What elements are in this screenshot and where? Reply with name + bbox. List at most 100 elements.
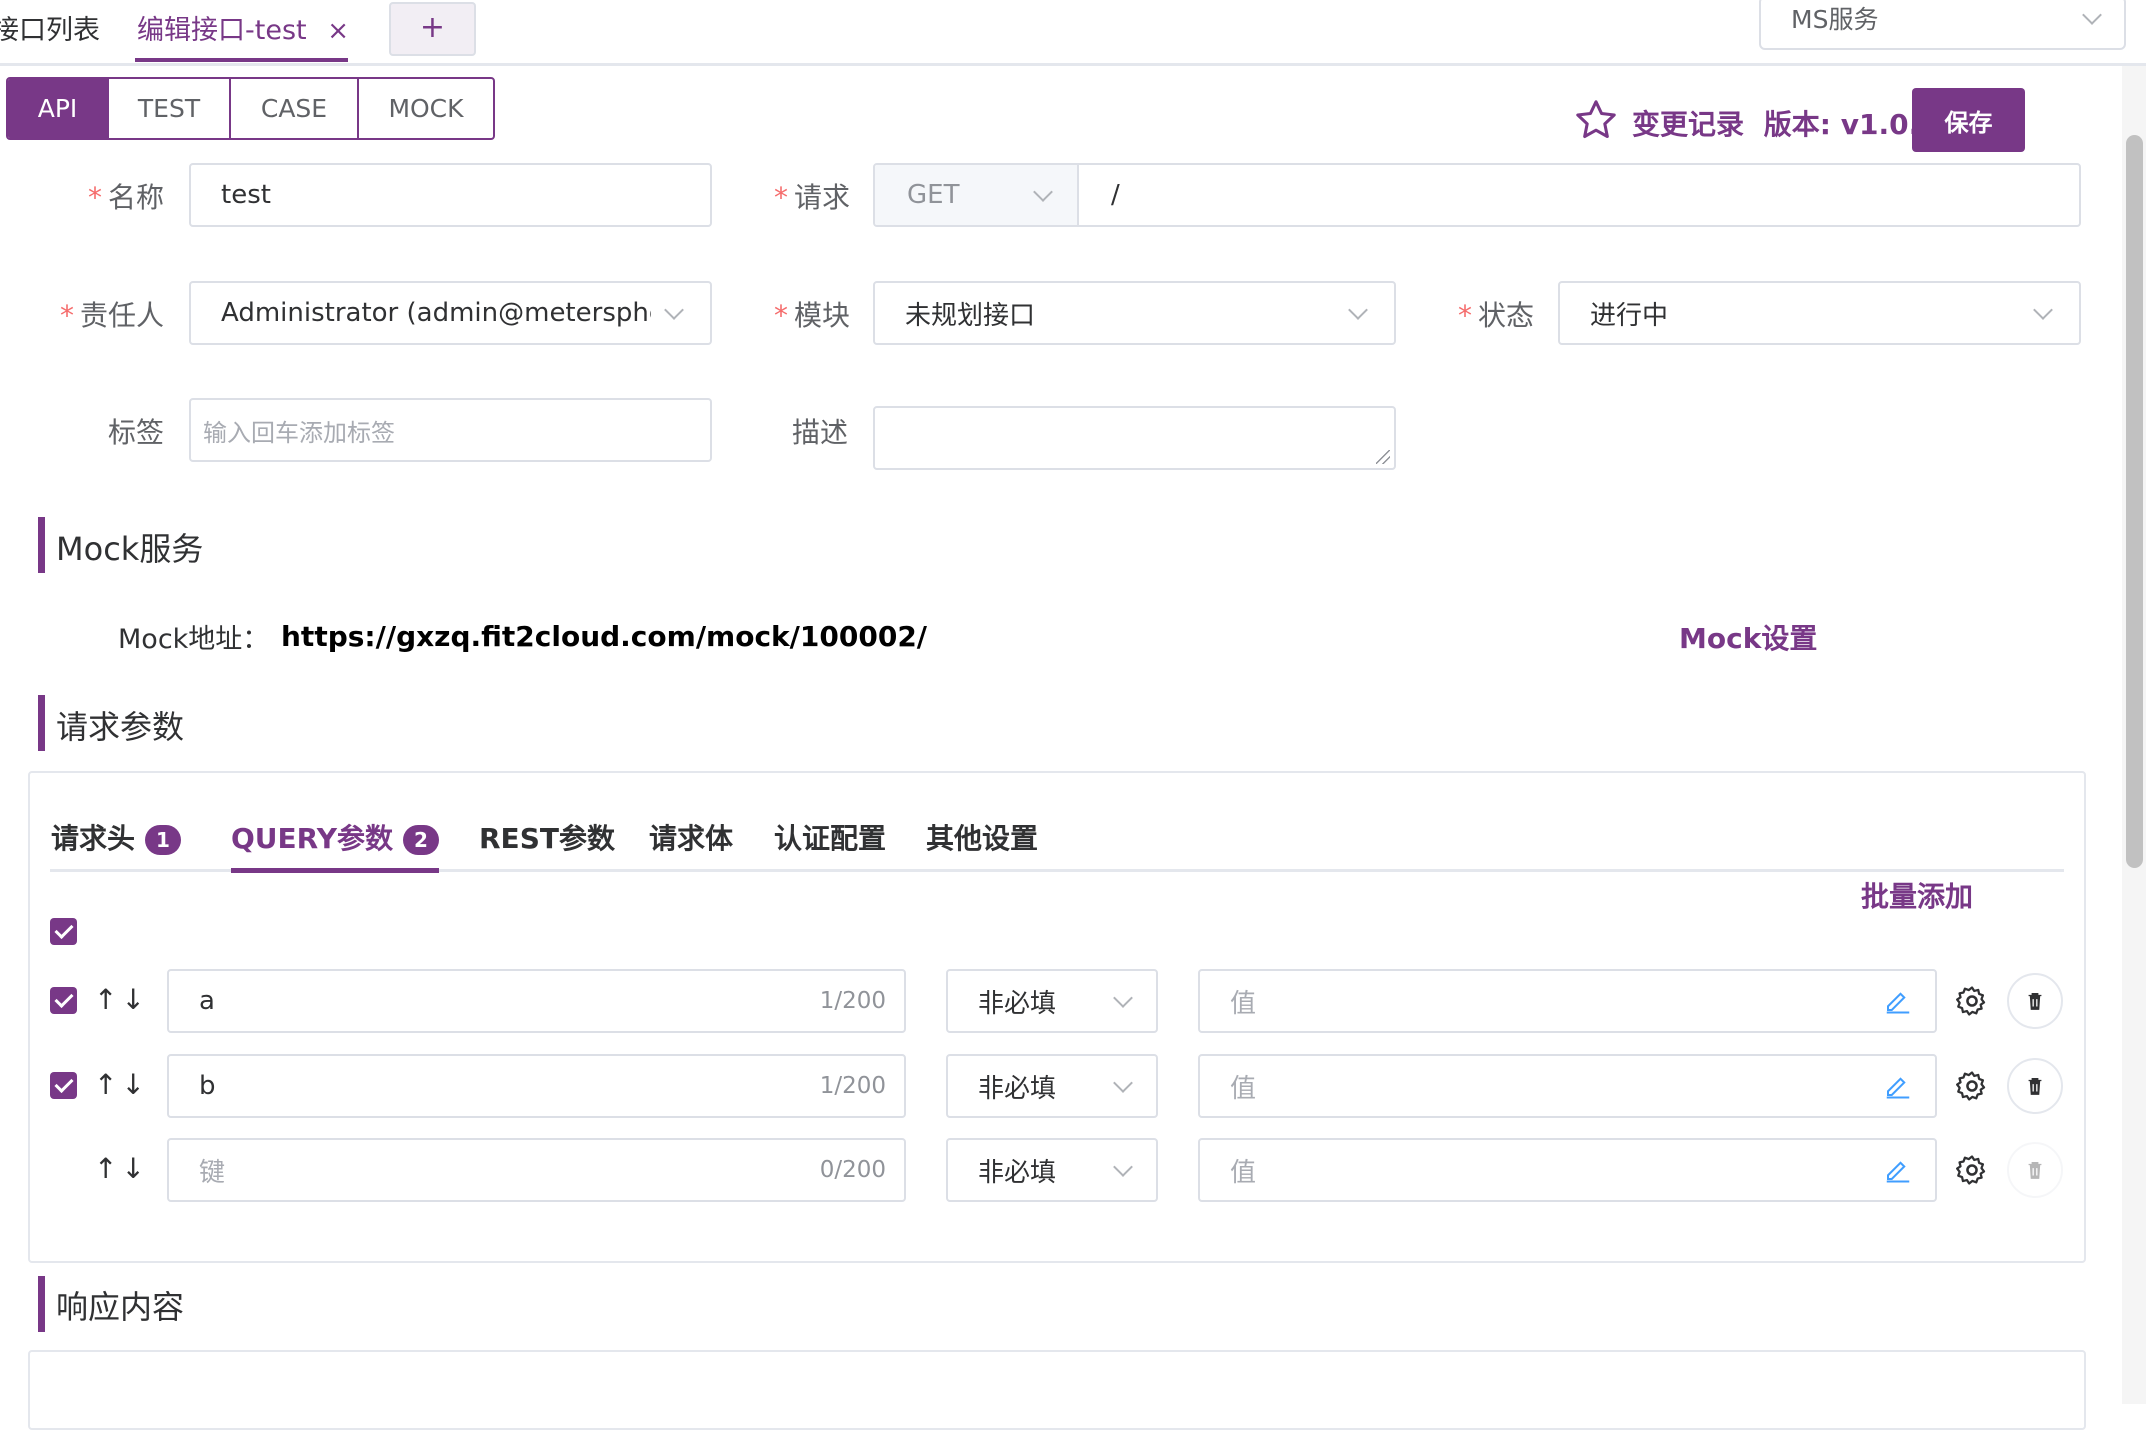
tags-label: 标签 <box>108 416 165 449</box>
active-param-tab-indicator <box>231 868 439 873</box>
required-select-value: 非必填 <box>978 988 1057 1019</box>
chevron-down-icon <box>1033 182 1053 202</box>
mock-url[interactable]: https://gxzq.fit2cloud.com/mock/100002/ <box>281 620 927 653</box>
char-counter: 1/200 <box>819 1073 886 1099</box>
arrow-up-icon[interactable]: ↑ <box>94 1152 121 1185</box>
top-tab-bar: 接口列表 编辑接口-test × + MS服务 <box>0 0 2146 66</box>
count-badge: 1 <box>145 825 182 855</box>
save-button[interactable]: 保存 <box>1912 88 2025 152</box>
row-checkbox[interactable] <box>50 1072 77 1099</box>
param-tab-body[interactable]: 请求体 <box>649 817 733 857</box>
required-select[interactable]: 非必填 <box>946 1138 1158 1202</box>
request-label: * 请求 <box>774 181 851 214</box>
arrow-down-icon[interactable]: ↓ <box>121 1068 148 1101</box>
close-icon[interactable]: × <box>327 16 349 46</box>
description-textarea[interactable] <box>873 406 1396 470</box>
arrow-down-icon[interactable]: ↓ <box>121 1152 148 1185</box>
param-key-input[interactable]: 键 0/200 <box>167 1138 906 1202</box>
move-arrows[interactable]: ↑↓ <box>94 1152 149 1185</box>
param-tab-other[interactable]: 其他设置 <box>926 817 1038 857</box>
mode-tab-api[interactable]: API <box>8 79 109 138</box>
mode-tab-test[interactable]: TEST <box>109 79 231 138</box>
chevron-down-icon <box>2082 5 2102 25</box>
required-select[interactable]: 非必填 <box>946 1054 1158 1118</box>
chevron-down-icon <box>2033 300 2053 320</box>
param-value-input[interactable]: 值 <box>1198 969 1937 1033</box>
section-bar <box>38 517 45 573</box>
trash-icon <box>2028 993 2042 1010</box>
gear-icon[interactable] <box>1955 1153 1989 1187</box>
param-key-input[interactable]: a 1/200 <box>167 969 906 1033</box>
change-log[interactable]: 变更记录 版本: v1.0.0 <box>1632 103 1939 143</box>
param-value-input[interactable]: 值 <box>1198 1138 1937 1202</box>
owner-label: * 责任人 <box>60 299 165 332</box>
count-badge: 2 <box>402 825 439 855</box>
method-value: GET <box>907 180 960 210</box>
batch-add-button[interactable]: 批量添加 <box>1861 875 1973 915</box>
tags-input[interactable]: 输入回车添加标签 <box>189 398 712 462</box>
response-section-title: 响应内容 <box>56 1288 185 1326</box>
add-tab-button[interactable]: + <box>389 2 476 56</box>
method-select[interactable]: GET <box>875 165 1079 225</box>
param-tab-auth[interactable]: 认证配置 <box>774 817 886 857</box>
param-key-value: 键 <box>199 1157 226 1188</box>
status-label: * 状态 <box>1458 299 1535 332</box>
arrow-down-icon[interactable]: ↓ <box>121 983 148 1016</box>
name-label: * 名称 <box>88 181 165 214</box>
row-checkbox[interactable] <box>50 987 77 1014</box>
edit-icon[interactable] <box>1883 985 1913 1015</box>
module-select-value: 未规划接口 <box>905 300 1036 331</box>
char-counter: 1/200 <box>819 988 886 1014</box>
resize-grip-icon[interactable] <box>1376 450 1390 464</box>
active-tab-indicator <box>135 58 348 62</box>
param-tab-query[interactable]: QUERY参数 2 <box>231 817 439 857</box>
tab-edit-api-label: 编辑接口-test <box>137 15 307 46</box>
gear-icon[interactable] <box>1955 984 1989 1018</box>
edit-icon[interactable] <box>1883 1154 1913 1184</box>
chevron-down-icon <box>1113 1073 1133 1093</box>
chevron-down-icon <box>1113 988 1133 1008</box>
param-tab-headers[interactable]: 请求头 1 <box>51 817 182 857</box>
param-tab-rest[interactable]: REST参数 <box>479 817 615 857</box>
mock-address-label: Mock地址： <box>118 624 270 655</box>
params-section-title: 请求参数 <box>56 708 185 746</box>
owner-select-value: Administrator (admin@metersphere.io) <box>221 298 651 328</box>
module-select[interactable]: 未规划接口 <box>873 281 1396 345</box>
status-select[interactable]: 进行中 <box>1558 281 2081 345</box>
mock-settings-link[interactable]: Mock设置 <box>1679 617 1817 657</box>
arrow-up-icon[interactable]: ↑ <box>94 1068 121 1101</box>
owner-select[interactable]: Administrator (admin@metersphere.io) <box>189 281 712 345</box>
chevron-down-icon <box>664 300 684 320</box>
mode-tab-case[interactable]: CASE <box>231 79 359 138</box>
required-select-value: 非必填 <box>978 1073 1057 1104</box>
edit-icon[interactable] <box>1883 1070 1913 1100</box>
scrollbar-thumb[interactable] <box>2126 135 2143 868</box>
request-url-group: GET / <box>873 163 2081 227</box>
delete-row-button[interactable] <box>2007 1142 2063 1198</box>
mode-tab-mock[interactable]: MOCK <box>359 79 493 138</box>
chevron-down-icon <box>1348 300 1368 320</box>
change-log-link[interactable]: 变更记录 <box>1632 108 1744 141</box>
delete-row-button[interactable] <box>2007 973 2063 1029</box>
required-select[interactable]: 非必填 <box>946 969 1158 1033</box>
delete-row-button[interactable] <box>2007 1058 2063 1114</box>
move-arrows[interactable]: ↑↓ <box>94 983 149 1016</box>
name-input-value: test <box>221 180 271 210</box>
star-icon[interactable] <box>1573 97 1619 143</box>
tab-api-list[interactable]: 接口列表 <box>0 8 100 47</box>
name-input[interactable]: test <box>189 163 712 227</box>
arrow-up-icon[interactable]: ↑ <box>94 983 121 1016</box>
move-arrows[interactable]: ↑↓ <box>94 1068 149 1101</box>
mode-tabs: API TEST CASE MOCK <box>6 77 495 140</box>
response-card <box>28 1350 2086 1430</box>
select-all-checkbox[interactable] <box>50 918 77 945</box>
param-key-input[interactable]: b 1/200 <box>167 1054 906 1118</box>
param-value-placeholder: 值 <box>1230 988 1257 1019</box>
path-input[interactable]: / <box>1079 180 1120 210</box>
tab-edit-api[interactable]: 编辑接口-test × <box>137 8 349 47</box>
chevron-down-icon <box>1113 1157 1133 1177</box>
param-value-input[interactable]: 值 <box>1198 1054 1937 1118</box>
required-select-value: 非必填 <box>978 1157 1057 1188</box>
gear-icon[interactable] <box>1955 1069 1989 1103</box>
project-select[interactable]: MS服务 <box>1759 0 2126 50</box>
